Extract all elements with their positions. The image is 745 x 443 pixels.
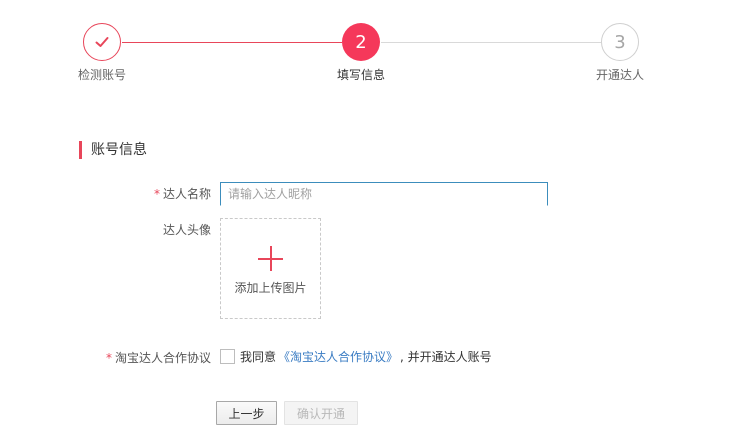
agreement-link[interactable]: 《淘宝达人合作协议》	[278, 348, 398, 365]
step-3-label: 开通达人	[595, 68, 645, 82]
name-input[interactable]	[220, 182, 548, 206]
section-title: 账号信息	[79, 141, 147, 159]
step-2-circle: 2	[342, 23, 380, 61]
agreement-prefix: 我同意	[240, 349, 277, 364]
step-1-label: 检测账号	[77, 68, 127, 82]
progress-stepper: 检测账号 2 填写信息 3 开通达人	[0, 0, 745, 90]
upload-text: 添加上传图片	[234, 281, 307, 295]
avatar-field-label: 达人头像	[162, 223, 211, 237]
required-mark: *	[153, 187, 160, 201]
plus-icon	[258, 246, 283, 271]
required-mark: *	[105, 351, 112, 365]
step-connector-todo	[381, 42, 601, 43]
step-connector-done	[122, 42, 342, 43]
agreement-suffix: , 并开通达人账号	[400, 349, 492, 364]
step-1-circle	[83, 23, 121, 61]
agreement-row: 我同意 《淘宝达人合作协议》 , 并开通达人账号	[220, 348, 492, 364]
avatar-upload-button[interactable]: 添加上传图片	[220, 218, 321, 319]
confirm-open-button[interactable]: 确认开通	[284, 401, 358, 425]
check-icon	[95, 37, 109, 47]
name-field-label: * 达人名称	[154, 185, 211, 202]
step-3-circle: 3	[601, 23, 639, 61]
prev-step-button[interactable]: 上一步	[216, 401, 277, 425]
agreement-field-label: * 淘宝达人合作协议	[106, 349, 211, 366]
agreement-label-text: 淘宝达人合作协议	[114, 351, 211, 365]
step-2-label: 填写信息	[336, 68, 386, 82]
agreement-checkbox[interactable]	[220, 348, 235, 364]
name-label-text: 达人名称	[162, 187, 211, 201]
